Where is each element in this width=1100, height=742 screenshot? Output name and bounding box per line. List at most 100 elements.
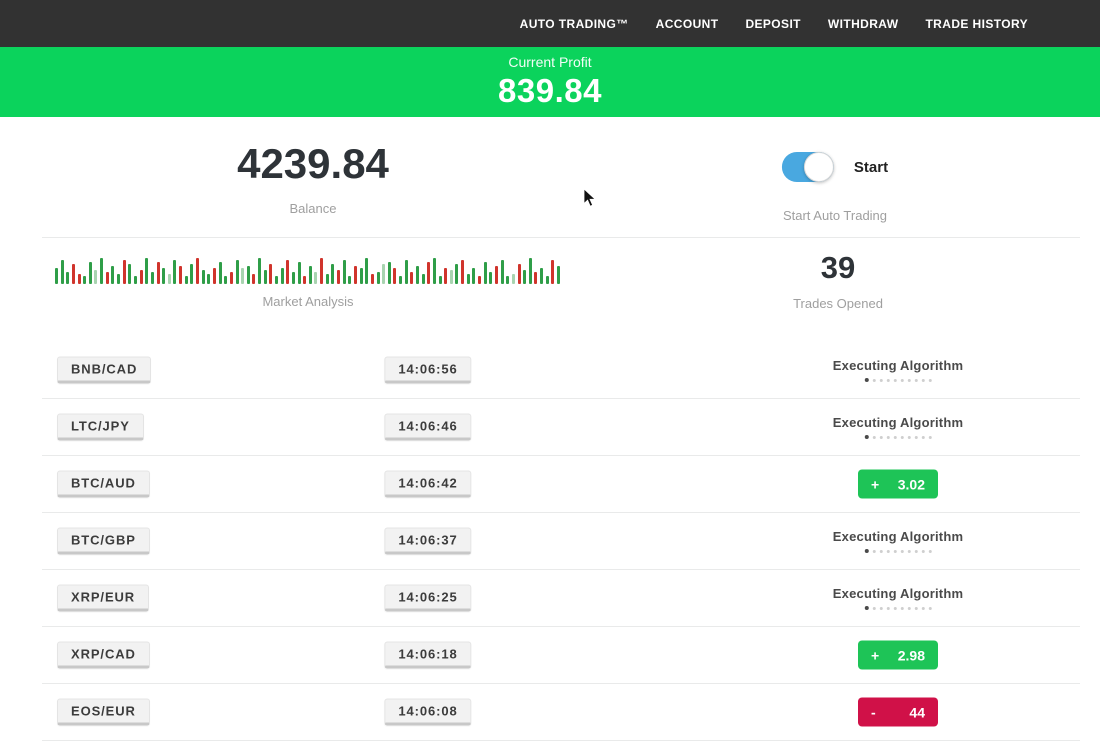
pair-badge: LTC/JPY: [57, 414, 144, 441]
market-bar: [354, 266, 357, 284]
dot-icon: [880, 550, 883, 553]
market-analysis-label: Market Analysis: [55, 294, 561, 309]
dot-icon: [887, 607, 890, 610]
market-bar: [185, 276, 188, 284]
market-bar: [196, 258, 199, 284]
dot-icon: [894, 607, 897, 610]
market-bar: [61, 260, 64, 284]
market-bar: [506, 276, 509, 284]
loss-badge: -44: [858, 698, 938, 727]
executing-algorithm-label: Executing Algorithm: [833, 586, 963, 601]
nav-item-withdraw[interactable]: WITHDRAW: [828, 17, 899, 31]
nav-item-trade-history[interactable]: TRADE HISTORY: [925, 17, 1028, 31]
nav-item-account[interactable]: ACCOUNT: [656, 17, 719, 31]
auto-trading-toggle[interactable]: [782, 152, 834, 182]
dot-icon: [873, 379, 876, 382]
market-bar: [331, 264, 334, 284]
market-bar: [241, 268, 244, 284]
dot-icon: [894, 436, 897, 439]
current-profit-banner: Current Profit 839.84: [0, 47, 1100, 117]
trade-status-cell: Executing Algorithm: [833, 358, 963, 382]
dot-icon: [880, 379, 883, 382]
dot-icon: [865, 549, 869, 553]
market-bar: [128, 264, 131, 284]
pair-badge: XRP/CAD: [57, 642, 150, 669]
market-bar: [388, 262, 391, 284]
dot-icon: [887, 436, 890, 439]
toggle-label: Start: [854, 159, 888, 176]
trades-opened-value: 39: [793, 252, 883, 283]
market-bar: [512, 274, 515, 284]
market-bar: [546, 276, 549, 284]
dot-icon: [929, 436, 932, 439]
trade-row: XRP/EUR14:06:25Executing Algorithm: [42, 570, 1080, 627]
dot-icon: [908, 607, 911, 610]
loading-dots-icon: [833, 549, 963, 553]
market-bar: [399, 276, 402, 284]
market-bar: [348, 276, 351, 284]
dot-icon: [915, 436, 918, 439]
market-bar: [269, 264, 272, 284]
market-bar: [66, 272, 69, 284]
market-bar: [123, 260, 126, 284]
market-bar: [230, 272, 233, 284]
trade-status-cell: +3.02: [858, 470, 938, 499]
balance-value: 4239.84: [237, 143, 389, 185]
time-badge: 14:06:42: [384, 471, 471, 498]
executing-algorithm-label: Executing Algorithm: [833, 529, 963, 544]
pair-badge: BNB/CAD: [57, 357, 151, 384]
market-bar: [377, 272, 380, 284]
dot-icon: [880, 436, 883, 439]
trade-row: BNB/CAD14:06:56Executing Algorithm: [42, 342, 1080, 399]
time-badge: 14:06:37: [384, 528, 471, 555]
market-bar: [303, 276, 306, 284]
market-bar: [292, 272, 295, 284]
market-bar: [134, 276, 137, 284]
dot-icon: [915, 379, 918, 382]
time-badge: 14:06:46: [384, 414, 471, 441]
market-bar: [100, 258, 103, 284]
market-bar: [213, 268, 216, 284]
trade-status-cell: Executing Algorithm: [833, 415, 963, 439]
market-bar: [495, 266, 498, 284]
market-bar: [162, 268, 165, 284]
dot-icon: [873, 436, 876, 439]
market-bar: [518, 264, 521, 284]
balance-label: Balance: [237, 201, 389, 216]
executing-algorithm-label: Executing Algorithm: [833, 358, 963, 373]
market-bar: [393, 268, 396, 284]
market-bar: [360, 268, 363, 284]
market-bar: [501, 260, 504, 284]
market-bar: [450, 270, 453, 284]
market-bar: [179, 266, 182, 284]
market-bar: [472, 268, 475, 284]
dot-icon: [894, 550, 897, 553]
market-bar: [202, 270, 205, 284]
dot-icon: [908, 436, 911, 439]
market-bar: [151, 272, 154, 284]
nav-item-deposit[interactable]: DEPOSIT: [745, 17, 800, 31]
pair-badge: XRP/EUR: [57, 585, 149, 612]
market-bar: [157, 262, 160, 284]
market-bar: [55, 268, 58, 284]
current-profit-value: 839.84: [498, 72, 602, 110]
profit-badge: +2.98: [858, 641, 938, 670]
trade-row: XRP/CAD14:06:18+2.98: [42, 627, 1080, 684]
market-bar: [551, 260, 554, 284]
market-bar: [219, 262, 222, 284]
market-bar: [540, 268, 543, 284]
trade-status-cell: Executing Algorithm: [833, 586, 963, 610]
market-bar: [207, 274, 210, 284]
market-bar: [72, 264, 75, 284]
profit-badge: +3.02: [858, 470, 938, 499]
pair-badge: EOS/EUR: [57, 699, 150, 726]
nav-item-auto-trading[interactable]: AUTO TRADING™: [520, 17, 629, 31]
market-bar: [343, 260, 346, 284]
dot-icon: [901, 379, 904, 382]
result-value: 44: [909, 704, 925, 720]
market-bar: [455, 264, 458, 284]
market-bar: [326, 274, 329, 284]
dot-icon: [873, 607, 876, 610]
result-sign: +: [871, 647, 879, 663]
market-bar: [557, 266, 560, 284]
